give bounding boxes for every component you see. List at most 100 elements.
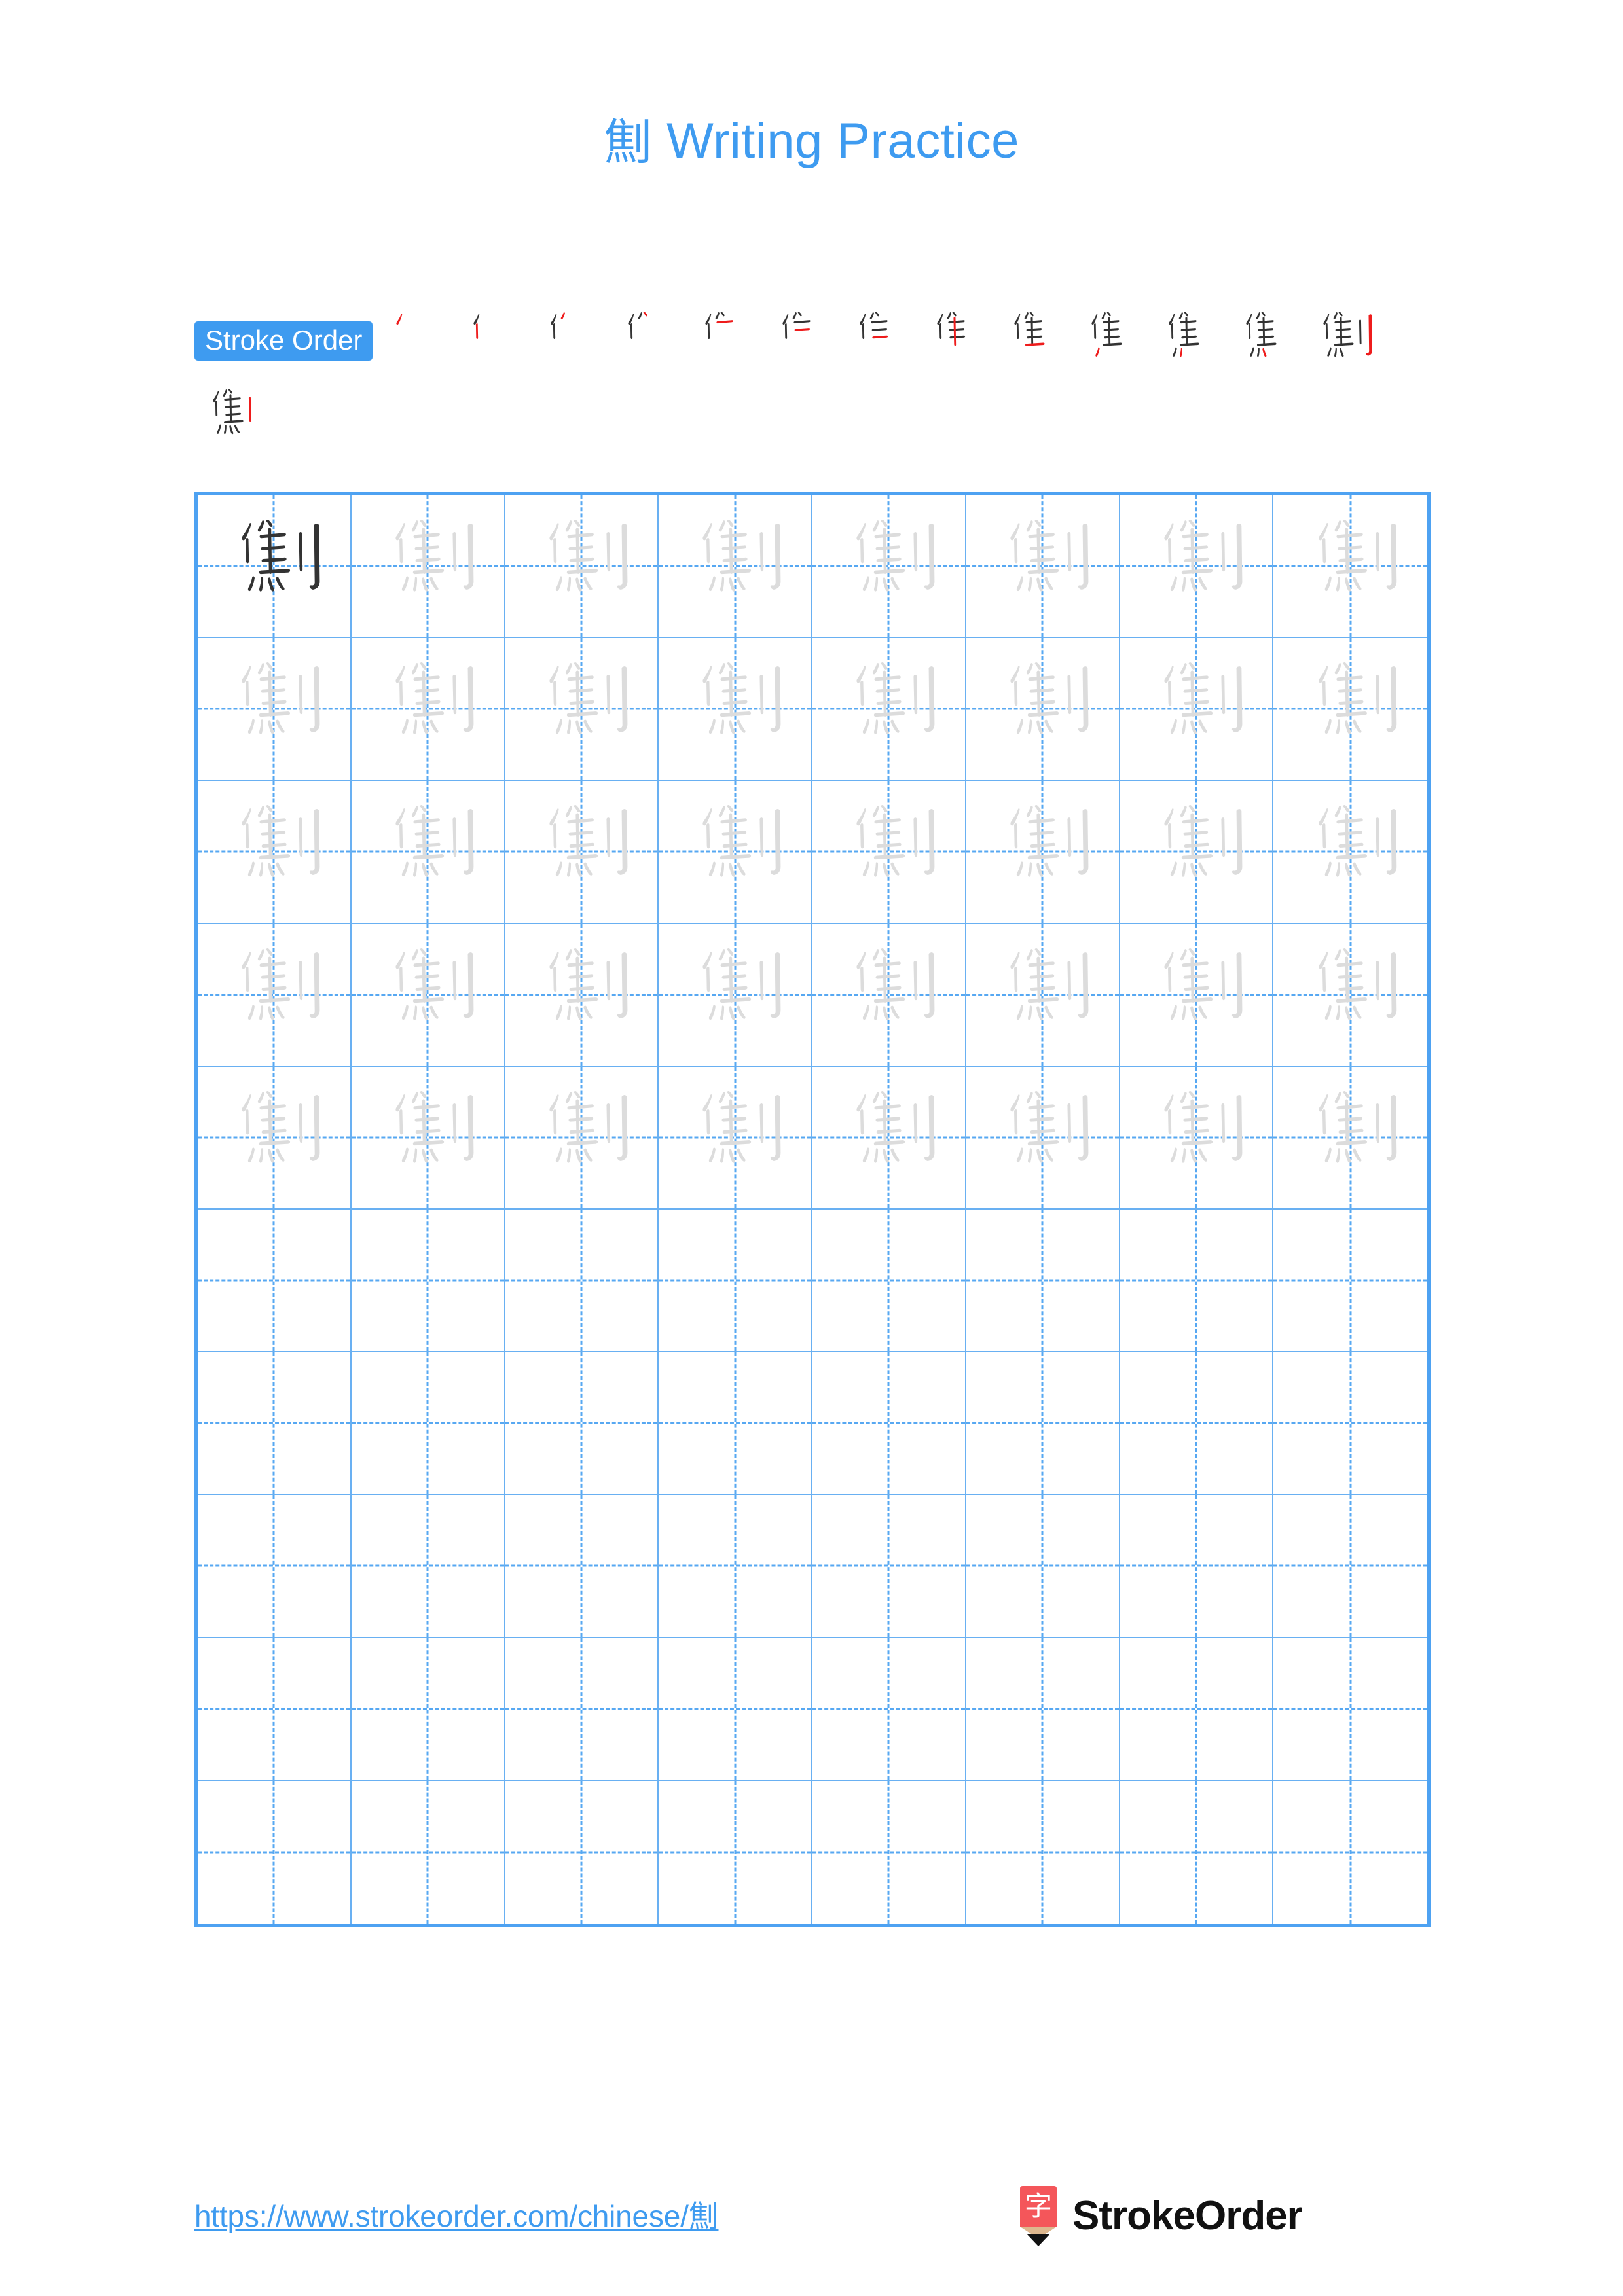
practice-cell-blank[interactable] (812, 1780, 966, 1924)
practice-cell-blank[interactable] (966, 1495, 1120, 1638)
practice-cell-blank[interactable] (198, 1495, 352, 1638)
practice-cell-trace[interactable] (966, 1066, 1120, 1210)
practice-cell-blank[interactable] (812, 1352, 966, 1496)
practice-cell-trace[interactable] (505, 1066, 659, 1210)
trace-character (1120, 781, 1273, 922)
practice-cell-blank[interactable] (351, 1495, 505, 1638)
practice-cell-blank[interactable] (198, 1780, 352, 1924)
practice-cell-trace[interactable] (659, 638, 812, 781)
practice-cell-trace[interactable] (659, 495, 812, 639)
worksheet-page: 劁 Writing Practice Stroke Order https://… (0, 0, 1623, 2296)
practice-cell-trace[interactable] (1273, 781, 1427, 924)
practice-cell-blank[interactable] (1120, 1780, 1274, 1924)
trace-character (505, 924, 658, 1066)
practice-cell-trace[interactable] (1120, 781, 1274, 924)
practice-cell-blank[interactable] (659, 1352, 812, 1496)
practice-cell-blank[interactable] (505, 1352, 659, 1496)
practice-cell-blank[interactable] (351, 1352, 505, 1496)
practice-cell-blank[interactable] (198, 1638, 352, 1781)
practice-cell-trace[interactable] (1273, 1067, 1427, 1210)
practice-cell-trace[interactable] (198, 1066, 352, 1210)
practice-cell-blank[interactable] (198, 1209, 352, 1353)
practice-cell-trace[interactable] (1120, 638, 1274, 781)
practice-cell-blank[interactable] (659, 1780, 812, 1924)
practice-cell-blank[interactable] (1273, 1781, 1427, 1924)
practice-cell-trace[interactable] (812, 924, 966, 1067)
source-url-link[interactable]: https://www.strokeorder.com/chinese/劁 (194, 2193, 719, 2236)
practice-cell-blank[interactable] (351, 1638, 505, 1781)
practice-cell-trace[interactable] (505, 781, 659, 924)
trace-character (659, 1067, 811, 1208)
practice-cell-trace[interactable] (351, 924, 505, 1067)
practice-cell-blank[interactable] (1120, 1495, 1274, 1638)
practice-cell-trace[interactable] (351, 781, 505, 924)
practice-cell-trace[interactable] (1273, 495, 1427, 639)
stroke-order-badge: Stroke Order (194, 321, 373, 361)
practice-cell-blank[interactable] (1120, 1352, 1274, 1496)
pencil-logo-icon: 字 (1016, 2186, 1061, 2246)
practice-cell-blank[interactable] (966, 1780, 1120, 1924)
stroke-step-10 (1073, 302, 1150, 380)
stroke-step-2 (455, 302, 532, 380)
practice-cell-trace[interactable] (812, 781, 966, 924)
practice-cell-blank[interactable] (505, 1780, 659, 1924)
practice-cell-blank[interactable] (1273, 1638, 1427, 1781)
practice-cell-blank[interactable] (966, 1209, 1120, 1353)
practice-cell-blank[interactable] (659, 1209, 812, 1353)
practice-cell-trace[interactable] (198, 638, 352, 781)
trace-character (198, 781, 350, 922)
practice-cell-blank[interactable] (505, 1495, 659, 1638)
practice-cell-trace[interactable] (1120, 495, 1274, 639)
practice-cell-trace[interactable] (505, 495, 659, 639)
practice-cell-blank[interactable] (198, 1352, 352, 1496)
practice-cell-blank[interactable] (966, 1352, 1120, 1496)
trace-character (1120, 495, 1273, 637)
practice-cell-trace[interactable] (351, 495, 505, 639)
practice-cell-blank[interactable] (812, 1638, 966, 1781)
practice-cell-blank[interactable] (659, 1638, 812, 1781)
stroke-step-4 (610, 302, 687, 380)
practice-cell-blank[interactable] (966, 1638, 1120, 1781)
practice-cell-trace[interactable] (1273, 924, 1427, 1067)
practice-cell-trace[interactable] (966, 638, 1120, 781)
practice-cell-blank[interactable] (659, 1495, 812, 1638)
practice-cell-blank[interactable] (351, 1209, 505, 1353)
practice-cell-blank[interactable] (505, 1209, 659, 1353)
trace-character (1273, 1067, 1427, 1208)
practice-cell-blank[interactable] (1273, 1352, 1427, 1496)
stroke-step-11 (1150, 302, 1228, 380)
practice-cell-trace[interactable] (351, 638, 505, 781)
practice-cell-trace[interactable] (198, 781, 352, 924)
practice-cell-trace[interactable] (659, 781, 812, 924)
practice-cell-trace[interactable] (812, 495, 966, 639)
practice-cell-trace[interactable] (966, 924, 1120, 1067)
practice-cell-trace[interactable] (198, 924, 352, 1067)
trace-character (1120, 924, 1273, 1066)
practice-cell-blank[interactable] (505, 1638, 659, 1781)
practice-cell-blank[interactable] (812, 1495, 966, 1638)
practice-cell-trace[interactable] (1273, 638, 1427, 781)
svg-text:字: 字 (1025, 2190, 1052, 2222)
practice-grid (194, 492, 1431, 1927)
practice-cell-trace[interactable] (659, 1066, 812, 1210)
practice-cell-trace[interactable] (505, 924, 659, 1067)
practice-cell-model[interactable] (198, 495, 352, 639)
practice-cell-blank[interactable] (352, 1780, 505, 1924)
practice-cell-trace[interactable] (966, 495, 1120, 639)
practice-cell-blank[interactable] (1273, 1210, 1427, 1353)
practice-cell-trace[interactable] (966, 781, 1120, 924)
stroke-step-1 (378, 302, 455, 380)
practice-cell-blank[interactable] (1120, 1209, 1274, 1353)
stroke-step-9 (996, 302, 1073, 380)
practice-cell-trace[interactable] (659, 924, 812, 1067)
trace-character (505, 638, 658, 780)
practice-cell-trace[interactable] (1120, 1066, 1274, 1210)
practice-cell-blank[interactable] (1120, 1638, 1274, 1781)
practice-cell-trace[interactable] (812, 638, 966, 781)
practice-cell-trace[interactable] (812, 1066, 966, 1210)
practice-cell-blank[interactable] (812, 1209, 966, 1353)
practice-cell-trace[interactable] (505, 638, 659, 781)
practice-cell-blank[interactable] (1273, 1495, 1427, 1638)
practice-cell-trace[interactable] (1120, 924, 1274, 1067)
practice-cell-trace[interactable] (351, 1066, 505, 1210)
